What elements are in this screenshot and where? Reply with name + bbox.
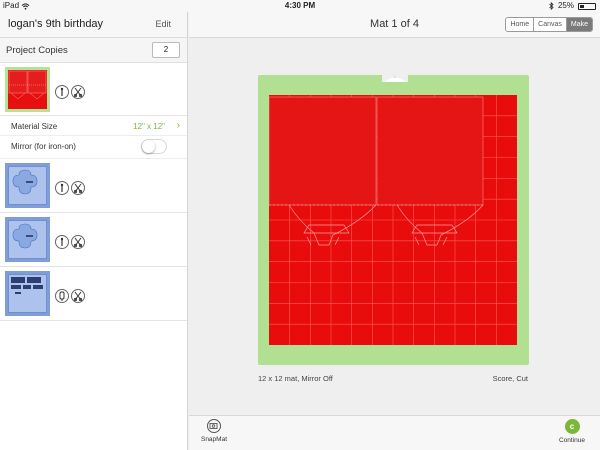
snapmat-button[interactable]: SnapMat bbox=[197, 419, 231, 443]
material-size-row[interactable]: Material Size 12" x 12" › bbox=[0, 116, 187, 136]
mat-grid-lines bbox=[269, 95, 517, 345]
project-copies-label: Project Copies bbox=[6, 45, 68, 56]
mat-preview-shapes bbox=[11, 277, 43, 294]
tab-home[interactable]: Home bbox=[506, 18, 535, 31]
project-header: logan's 9th birthday Edit bbox=[0, 12, 187, 38]
tab-canvas[interactable]: Canvas bbox=[534, 18, 567, 31]
material-size-value: 12" x 12" bbox=[133, 122, 165, 131]
project-title: logan's 9th birthday bbox=[8, 18, 104, 30]
mat-thumbnail[interactable] bbox=[5, 271, 50, 316]
project-copies-row: Project Copies 2 bbox=[0, 38, 187, 63]
mat-preview-shapes bbox=[12, 169, 38, 195]
edit-button[interactable]: Edit bbox=[155, 19, 171, 29]
mat-header: Mat 1 of 4 Home Canvas Make bbox=[189, 12, 600, 38]
mat-thumbnail[interactable] bbox=[5, 217, 50, 262]
bluetooth-icon bbox=[549, 2, 554, 10]
bottom-toolbar: SnapMat c Continue bbox=[189, 415, 600, 450]
toggle-knob bbox=[142, 140, 155, 153]
material-size-label: Material Size bbox=[11, 122, 58, 131]
mat-thumbnail[interactable] bbox=[5, 163, 50, 208]
mirror-row: Mirror (for iron-on) bbox=[0, 136, 187, 159]
mat-list-item-3[interactable] bbox=[0, 213, 187, 267]
view-switcher: Home Canvas Make bbox=[505, 17, 593, 32]
project-copies-input[interactable]: 2 bbox=[152, 42, 180, 58]
mirror-label: Mirror (for iron-on) bbox=[11, 142, 76, 151]
scissors-icon bbox=[71, 181, 85, 195]
tool-icons bbox=[55, 181, 85, 195]
material-sheet bbox=[269, 95, 517, 345]
mat-preview-shapes bbox=[8, 70, 47, 100]
scissors-icon bbox=[71, 85, 85, 99]
mat-preview-shapes bbox=[12, 223, 38, 249]
chevron-right-icon: › bbox=[176, 120, 180, 131]
mat-preview bbox=[258, 74, 529, 365]
status-bar: iPad 4:30 PM 25% bbox=[0, 0, 600, 12]
battery-icon bbox=[578, 2, 596, 10]
continue-icon: c bbox=[564, 419, 580, 434]
camera-icon bbox=[207, 419, 221, 433]
scissors-icon bbox=[71, 289, 85, 303]
tool-icons bbox=[55, 85, 85, 99]
mat-caption: 12 x 12 mat, Mirror Off bbox=[258, 374, 333, 383]
mat-thumbnail[interactable] bbox=[5, 67, 50, 112]
mat-list-item-1[interactable] bbox=[0, 63, 187, 116]
mat-operations: Score, Cut bbox=[492, 374, 528, 383]
tool-icons bbox=[55, 289, 85, 303]
project-panel: logan's 9th birthday Edit Project Copies… bbox=[0, 12, 188, 450]
scoring-stylus-icon bbox=[55, 235, 69, 249]
scissors-icon bbox=[71, 235, 85, 249]
mirror-toggle[interactable] bbox=[141, 139, 167, 154]
tool-icons bbox=[55, 235, 85, 249]
continue-button[interactable]: c Continue bbox=[552, 419, 592, 444]
mat-notch bbox=[382, 74, 408, 82]
scoring-stylus-icon bbox=[55, 85, 69, 99]
status-time: 4:30 PM bbox=[284, 1, 316, 10]
pen-icon bbox=[55, 289, 69, 303]
snapmat-label: SnapMat bbox=[200, 436, 228, 443]
continue-label: Continue bbox=[558, 437, 586, 444]
status-right: 25% bbox=[549, 0, 596, 12]
mat-list-item-4[interactable] bbox=[0, 267, 187, 321]
scoring-stylus-icon bbox=[55, 181, 69, 195]
mat-list-item-2[interactable] bbox=[0, 159, 187, 213]
battery-percent: 25% bbox=[557, 1, 574, 10]
tab-make[interactable]: Make bbox=[566, 18, 592, 31]
